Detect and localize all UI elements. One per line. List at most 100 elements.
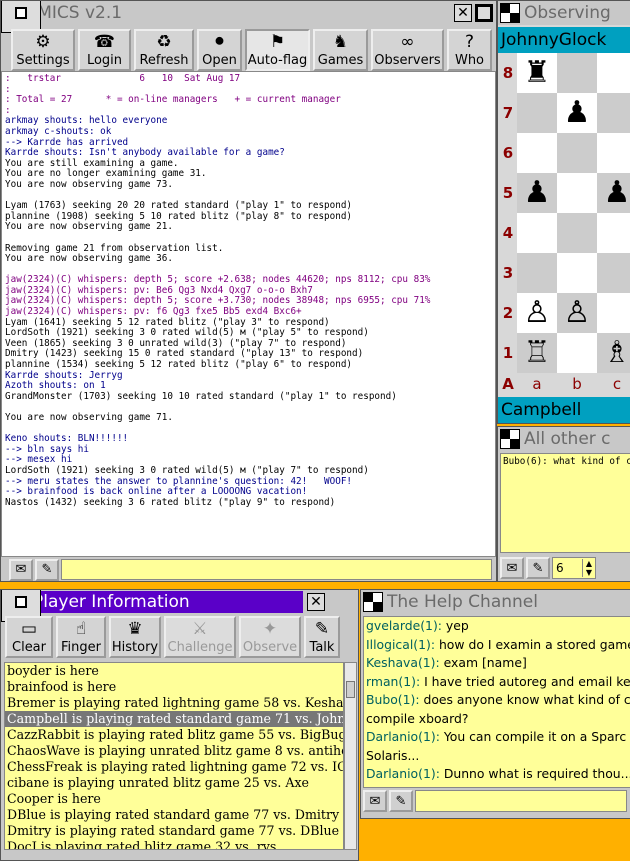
observe-button[interactable]: ✦ Observe — [239, 616, 301, 658]
refresh-button[interactable]: ♻ Refresh — [134, 29, 194, 71]
player-list-item[interactable]: Campbell is playing rated standard game … — [5, 711, 343, 727]
board-square[interactable] — [517, 133, 557, 173]
channel-spinner[interactable]: 6 ▲ ▼ — [552, 557, 596, 579]
close-icon[interactable]: ✕ — [454, 4, 472, 22]
help-text: Solaris... — [366, 747, 420, 763]
black-piece-icon[interactable]: ♟ — [564, 98, 591, 128]
board-square[interactable]: ♜ — [517, 53, 557, 93]
board-square[interactable] — [517, 213, 557, 253]
board-square[interactable]: ♗ — [597, 333, 630, 373]
help-sender[interactable]: Darlanio(1): — [366, 729, 440, 744]
binoculars-icon: ∞ — [400, 32, 415, 52]
console-output[interactable]: : trstar 6 10 Sat Aug 17:: Total = 27 * … — [1, 71, 496, 557]
white-piece-icon[interactable]: ♖ — [524, 338, 551, 368]
player-list-item[interactable]: Dmitry is playing rated standard game 77… — [5, 823, 343, 839]
allother-output[interactable]: Bubo(6): what kind of comp — [500, 453, 630, 553]
player-list[interactable]: boyder is here brainfood is here Bremer is… — [4, 662, 344, 850]
board-square[interactable] — [557, 253, 597, 293]
board-square[interactable] — [597, 213, 630, 253]
help-channel-output[interactable]: gvelarde(1): yep Illogical(1): how do I e… — [363, 616, 630, 788]
observers-button[interactable]: ∞ Observers — [371, 29, 444, 71]
console-line: : trstar 6 10 Sat Aug 17 — [5, 73, 241, 84]
white-piece-icon[interactable]: ♙ — [524, 298, 551, 328]
spinner-arrows-icon[interactable]: ▲ ▼ — [582, 559, 595, 577]
button-label: History — [111, 640, 159, 655]
black-piece-icon[interactable]: ♟ — [524, 178, 551, 208]
player-list-item[interactable]: ChaosWave is playing unrated blitz game … — [5, 743, 343, 759]
console-line: You are now observing game 71. — [5, 412, 173, 423]
board-square[interactable] — [557, 213, 597, 253]
board-square[interactable]: ♟ — [517, 173, 557, 213]
chessboard[interactable]: ♜ ♟ ♟ ♟ ♙ ♙ ♖ ♗ — [517, 53, 630, 373]
send-icon[interactable]: ✉ — [363, 790, 387, 812]
help-sender[interactable]: Bubo(1): — [366, 692, 420, 707]
who-button[interactable]: ? Who — [447, 29, 492, 71]
black-piece-icon[interactable]: ♟ — [604, 178, 630, 208]
board-square[interactable] — [517, 253, 557, 293]
player-list-item[interactable]: boyder is here — [5, 663, 343, 679]
white-piece-icon[interactable]: ♙ — [564, 298, 591, 328]
pencil-icon[interactable]: ✎ — [389, 790, 413, 812]
board-square[interactable]: ♙ — [557, 293, 597, 333]
help-sender[interactable]: Illogical(1): — [366, 637, 435, 652]
board-square[interactable]: ♙ — [517, 293, 557, 333]
board-square[interactable]: ♖ — [517, 333, 557, 373]
player-list-item[interactable]: CazzRabbit is playing rated blitz game 5… — [5, 727, 343, 743]
board-square[interactable] — [597, 53, 630, 93]
board-square[interactable]: ♟ — [557, 93, 597, 133]
close-icon[interactable]: ✕ — [307, 593, 325, 611]
help-titlebar[interactable]: The Help Channel — [361, 590, 630, 614]
board-square[interactable] — [557, 53, 597, 93]
board-square[interactable] — [597, 293, 630, 333]
help-text: yep — [441, 618, 469, 633]
board-square[interactable] — [557, 173, 597, 213]
help-input[interactable] — [415, 790, 627, 812]
pencil-icon[interactable]: ✎ — [526, 557, 550, 579]
player-list-item[interactable]: Cooper is here — [5, 791, 343, 807]
observing-titlebar[interactable]: Observing — [498, 1, 630, 25]
login-button[interactable]: ☎ Login — [78, 29, 131, 71]
player-list-item[interactable]: DocJ is playing rated blitz game 32 vs. … — [5, 839, 343, 849]
help-sender[interactable]: rman(1): — [366, 674, 420, 689]
finger-button[interactable]: ☝ Finger — [56, 616, 106, 658]
board-square[interactable] — [557, 133, 597, 173]
help-sender[interactable]: Keshava(1): — [366, 655, 440, 670]
talk-button[interactable]: ✎ Talk — [304, 616, 340, 658]
settings-button[interactable]: ⚙ Settings — [11, 29, 75, 71]
board-square[interactable] — [597, 93, 630, 133]
board-square[interactable] — [597, 133, 630, 173]
player-list-item[interactable]: ChessFreak is playing rated lightning ga… — [5, 759, 343, 775]
history-button[interactable]: ♛ History — [109, 616, 161, 658]
board-square[interactable] — [517, 93, 557, 133]
board-square[interactable] — [557, 333, 597, 373]
clear-button[interactable]: ▭ Clear — [5, 616, 53, 658]
player-list-item[interactable]: Bremer is playing rated lightning game 5… — [5, 695, 343, 711]
send-icon[interactable]: ✉ — [500, 557, 524, 579]
board-square[interactable]: ♟ — [597, 173, 630, 213]
auto-flag-button[interactable]: ⚑ Auto-flag — [245, 29, 310, 71]
challenge-button[interactable]: ⚔ Challenge — [164, 616, 236, 658]
maximize-icon[interactable] — [475, 4, 493, 22]
command-input[interactable] — [61, 559, 492, 580]
black-piece-icon[interactable]: ♜ — [524, 58, 551, 88]
playerinfo-titlebar[interactable]: Player Information ✕ — [1, 590, 358, 622]
board-square[interactable] — [597, 253, 630, 293]
player-list-scrollbar[interactable] — [344, 662, 357, 850]
allother-titlebar[interactable]: All other c — [498, 427, 630, 451]
send-icon[interactable]: ✉ — [9, 558, 33, 581]
player-list-item[interactable]: brainfood is here — [5, 679, 343, 695]
help-sender[interactable]: Darlanio(1): — [366, 766, 440, 781]
button-label: Clear — [12, 640, 46, 655]
pencil-icon[interactable]: ✎ — [35, 558, 59, 581]
help-title: The Help Channel — [387, 592, 538, 612]
games-button[interactable]: ♞ Games — [313, 29, 368, 71]
player-list-item[interactable]: DBlue is playing rated standard game 77 … — [5, 807, 343, 823]
player-list-item[interactable]: cibane is playing unrated blitz game 25 … — [5, 775, 343, 791]
help-sender[interactable]: gvelarde(1): — [366, 618, 442, 633]
white-piece-icon[interactable]: ♗ — [604, 338, 630, 368]
help-input-row: ✉ ✎ — [363, 790, 630, 812]
scrollbar-thumb[interactable] — [346, 681, 355, 698]
main-titlebar[interactable]: PMICS v2.1 ✕ — [1, 1, 496, 33]
button-label: Talk — [309, 640, 335, 655]
open-button[interactable]: ⚫ Open — [197, 29, 242, 71]
